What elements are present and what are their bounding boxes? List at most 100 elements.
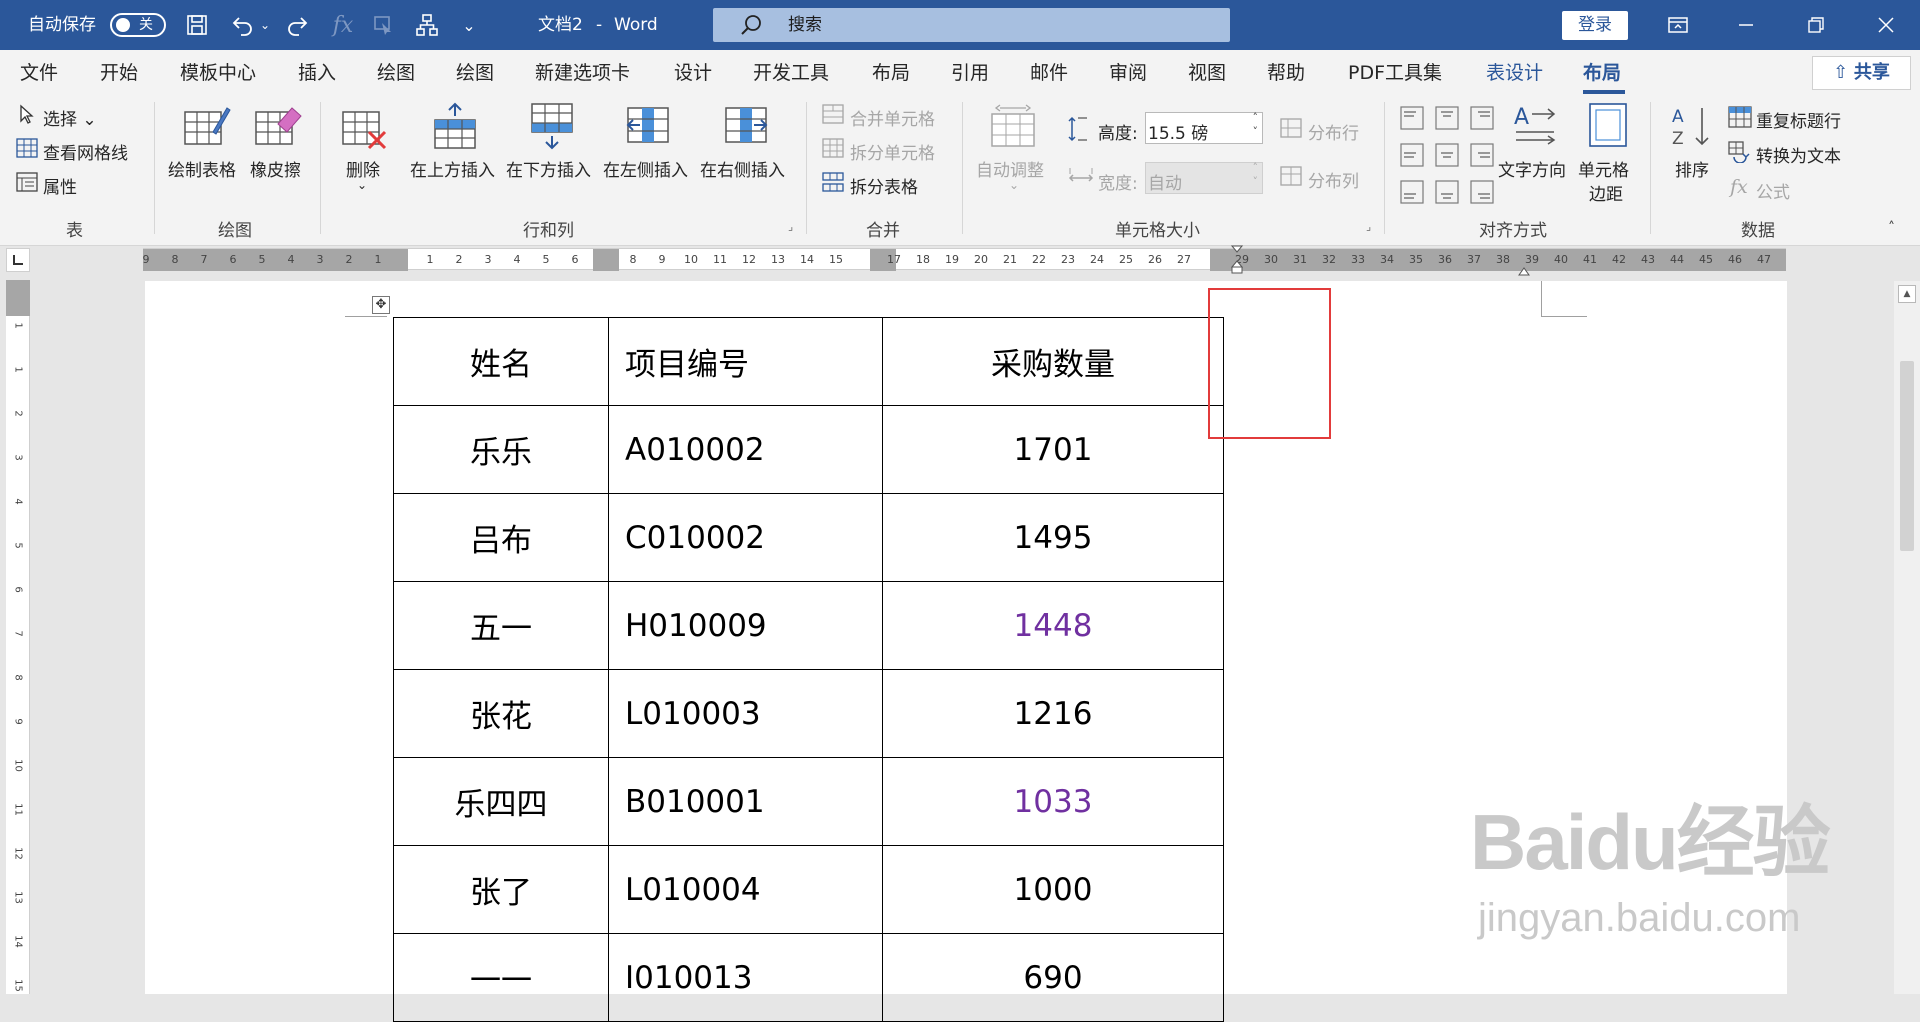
convert-to-text-button[interactable]: 转换为文本 <box>1756 142 1841 167</box>
tab-draw-1[interactable]: 绘图 <box>377 50 415 96</box>
autofit-dropdown-icon[interactable]: ⌄ <box>1009 178 1019 192</box>
tab-view[interactable]: 视图 <box>1188 50 1226 96</box>
repeat-header-rows-button[interactable]: 重复标题行 <box>1756 107 1841 132</box>
tab-mailings[interactable]: 邮件 <box>1030 50 1068 96</box>
header-cell-name[interactable]: 姓名 <box>393 317 609 406</box>
tab-table-design[interactable]: 表设计 <box>1486 50 1543 96</box>
quantity-cell[interactable]: 1000 <box>882 845 1224 934</box>
spin-up-icon[interactable]: ˄ <box>1253 111 1259 124</box>
width-spinbox[interactable]: 自动 ˄ ˅ <box>1145 161 1263 194</box>
name-cell[interactable]: 五一 <box>393 581 609 670</box>
autosave-toggle[interactable]: 关 <box>110 13 166 37</box>
properties-button[interactable]: 属性 <box>43 173 77 198</box>
insert-above-button[interactable]: 在上方插入 <box>410 156 495 181</box>
tab-insert[interactable]: 插入 <box>298 50 336 96</box>
scrollbar-thumb[interactable] <box>1900 361 1914 551</box>
tab-pdf-tools[interactable]: PDF工具集 <box>1348 50 1442 96</box>
horizontal-ruler[interactable]: 987654321 1 2 3 4 5 6 8 9 10 11 12 13 14 15 17 18 19 20 21… <box>143 245 1786 276</box>
tab-draw-2[interactable]: 绘图 <box>456 50 494 96</box>
save-icon[interactable] <box>180 0 214 50</box>
tab-design[interactable]: 设计 <box>674 50 712 96</box>
vertical-scrollbar[interactable]: ▲ <box>1894 281 1920 994</box>
view-gridlines-button[interactable]: 查看网格线 <box>43 139 128 164</box>
tab-new-tab[interactable]: 新建选项卡 <box>535 50 630 96</box>
right-indent-marker-icon[interactable] <box>1518 261 1530 276</box>
select-button[interactable]: 选择 ⌄ <box>43 105 97 130</box>
text-direction-button[interactable]: 文字方向 <box>1498 156 1566 181</box>
quantity-cell[interactable]: 1701 <box>882 405 1224 494</box>
share-button[interactable]: ⇧ 共享 <box>1812 56 1911 90</box>
tab-layout[interactable]: 布局 <box>872 50 910 96</box>
distribute-columns-button[interactable]: 分布列 <box>1308 167 1359 192</box>
sort-button[interactable]: 排序 <box>1675 156 1709 181</box>
name-cell[interactable]: 乐四四 <box>393 757 609 846</box>
ribbon-display-options-icon[interactable] <box>1660 0 1696 50</box>
delete-dropdown-icon[interactable]: ⌄ <box>357 178 367 192</box>
spin-down-icon[interactable]: ˅ <box>1253 125 1259 138</box>
customize-qat-icon[interactable]: ⌄ <box>456 0 482 50</box>
minimize-icon[interactable] <box>1728 0 1764 50</box>
name-cell[interactable]: 吕布 <box>393 493 609 582</box>
quantity-cell[interactable]: 1216 <box>882 669 1224 758</box>
formula-icon[interactable]: fx <box>328 0 358 50</box>
tab-references[interactable]: 引用 <box>951 50 989 96</box>
quantity-cell[interactable]: 1033 <box>882 757 1224 846</box>
rows-columns-launcher-icon[interactable]: ⌟ <box>788 220 793 233</box>
ruler-column-marker[interactable] <box>593 249 619 271</box>
code-cell[interactable]: C010002 <box>608 493 883 582</box>
scroll-up-icon[interactable]: ▲ <box>1898 285 1916 303</box>
cursor-select-icon[interactable] <box>368 0 398 50</box>
data-table[interactable]: 姓名 项目编号 采购数量 乐乐 A010002 1701 吕布 C010002 1495 五… <box>393 317 1224 1022</box>
tab-help[interactable]: 帮助 <box>1267 50 1305 96</box>
formula-button[interactable]: 公式 <box>1756 178 1790 203</box>
code-cell[interactable]: B010001 <box>608 757 883 846</box>
eraser-button[interactable]: 橡皮擦 <box>250 156 301 181</box>
merge-cells-button[interactable]: 合并单元格 <box>850 105 935 130</box>
tab-selector[interactable] <box>6 248 30 272</box>
insert-left-button[interactable]: 在左侧插入 <box>603 156 688 181</box>
search-box[interactable]: 搜索 <box>713 8 1230 42</box>
cell-margins-line1[interactable]: 单元格 <box>1578 156 1629 181</box>
tab-file[interactable]: 文件 <box>20 50 58 96</box>
spin-up-icon[interactable]: ˄ <box>1253 161 1259 174</box>
insert-right-button[interactable]: 在右侧插入 <box>700 156 785 181</box>
quantity-cell[interactable]: 690 <box>882 933 1224 1022</box>
name-cell[interactable]: 张花 <box>393 669 609 758</box>
quantity-cell[interactable]: 1495 <box>882 493 1224 582</box>
split-cells-button[interactable]: 拆分单元格 <box>850 139 935 164</box>
close-icon[interactable] <box>1868 0 1904 50</box>
quantity-cell[interactable]: 1448 <box>882 581 1224 670</box>
name-cell[interactable]: 张了 <box>393 845 609 934</box>
code-cell[interactable]: L010004 <box>608 845 883 934</box>
cell-size-launcher-icon[interactable]: ⌟ <box>1366 220 1371 233</box>
distribute-rows-button[interactable]: 分布行 <box>1308 119 1359 144</box>
undo-dropdown-icon[interactable]: ⌄ <box>258 0 272 50</box>
tab-home[interactable]: 开始 <box>100 50 138 96</box>
insert-below-button[interactable]: 在下方插入 <box>506 156 591 181</box>
tab-developer[interactable]: 开发工具 <box>753 50 829 96</box>
table-move-handle-icon[interactable]: ✥ <box>372 296 390 314</box>
collapse-ribbon-icon[interactable]: ˄ <box>1888 220 1895 236</box>
split-table-button[interactable]: 拆分表格 <box>850 173 918 198</box>
spin-down-icon[interactable]: ˅ <box>1253 175 1259 188</box>
indent-marker-icon[interactable] <box>1230 245 1244 275</box>
height-spinbox[interactable]: 15.5 磅 ˄ ˅ <box>1145 111 1263 144</box>
code-cell[interactable]: H010009 <box>608 581 883 670</box>
org-chart-icon[interactable] <box>410 0 444 50</box>
header-cell-quantity[interactable]: 采购数量 <box>882 317 1224 406</box>
code-cell[interactable]: L010003 <box>608 669 883 758</box>
name-cell[interactable]: 一一 <box>393 933 609 1022</box>
name-cell[interactable]: 乐乐 <box>393 405 609 494</box>
cell-margins-line2[interactable]: 边距 <box>1589 180 1623 205</box>
draw-table-button[interactable]: 绘制表格 <box>168 156 236 181</box>
tab-review[interactable]: 审阅 <box>1109 50 1147 96</box>
vertical-ruler[interactable]: 1 1 2 3 4 5 6 7 8 9 10 11 12 13 14 15 <box>6 280 30 994</box>
restore-icon[interactable] <box>1798 0 1834 50</box>
header-cell-code[interactable]: 项目编号 <box>608 317 883 406</box>
code-cell[interactable]: I010013 <box>608 933 883 1022</box>
tab-template-center[interactable]: 模板中心 <box>180 50 256 96</box>
code-cell[interactable]: A010002 <box>608 405 883 494</box>
redo-icon[interactable] <box>280 0 314 50</box>
undo-icon[interactable] <box>226 0 260 50</box>
login-button[interactable]: 登录 <box>1562 11 1628 40</box>
